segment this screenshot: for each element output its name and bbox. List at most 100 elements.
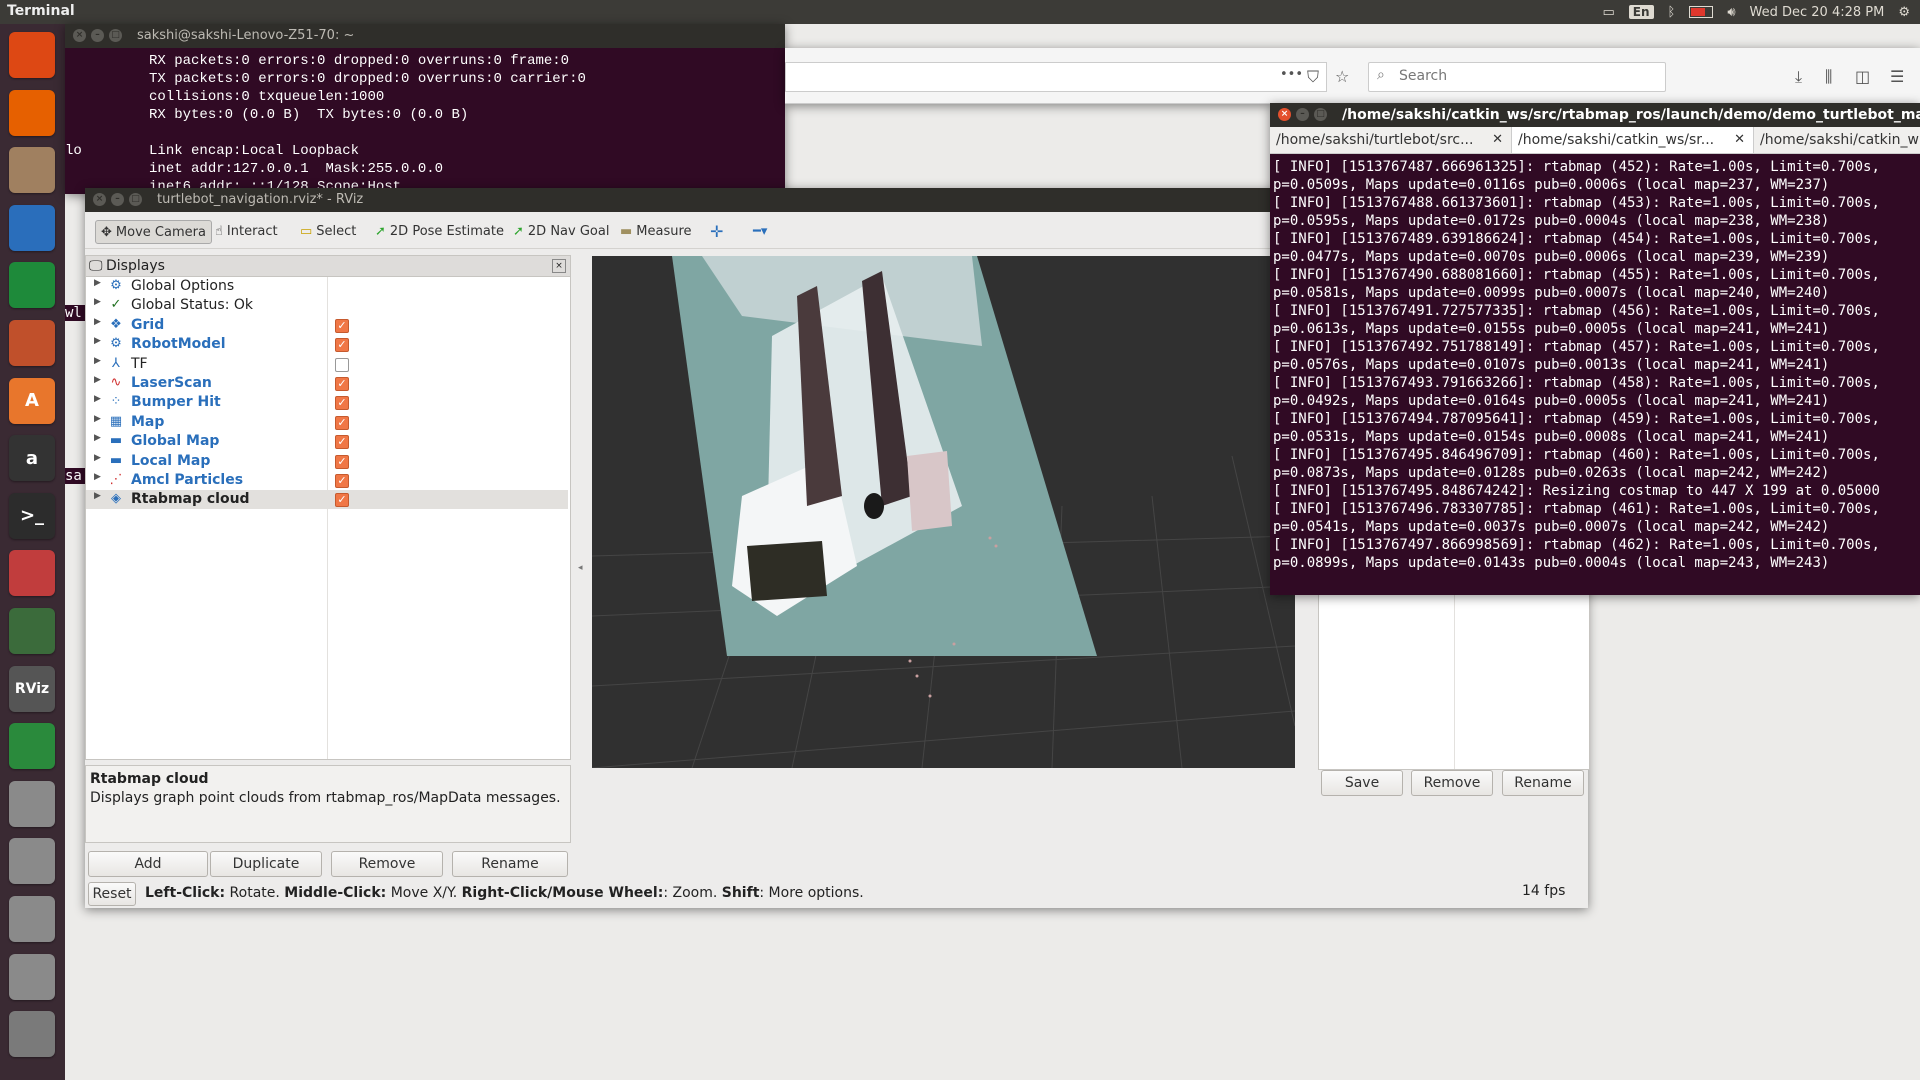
background-terminal-window[interactable]: × – □ sakshi@sakshi-Lenovo-Z51-70: ~ RX …: [65, 24, 785, 196]
expand-arrow-icon[interactable]: ▶: [94, 433, 101, 443]
launcher-drive-1-icon[interactable]: [9, 780, 55, 827]
add-button[interactable]: Add: [88, 851, 208, 877]
remove-button[interactable]: Remove: [331, 851, 443, 877]
launcher-firefox-icon[interactable]: [9, 89, 55, 136]
tool-select[interactable]: ▭ Select: [295, 220, 361, 242]
3d-viewport[interactable]: [592, 256, 1295, 768]
expand-arrow-icon[interactable]: ▶: [94, 472, 101, 482]
launcher-writer-icon[interactable]: [9, 204, 55, 251]
terminal-tab[interactable]: /home/sakshi/turtlebot/src... ✕: [1270, 127, 1512, 153]
display-row[interactable]: ▶ ⚙ RobotModel ✓: [86, 335, 568, 354]
close-icon[interactable]: ×: [552, 259, 566, 273]
tool-move-camera[interactable]: ✥ Move Camera: [95, 220, 212, 244]
bookmark-star-icon[interactable]: ☆: [1335, 67, 1349, 86]
minimize-icon[interactable]: –: [1296, 108, 1309, 121]
tool-2d-nav-goal[interactable]: ➚ 2D Nav Goal: [508, 220, 614, 242]
display-row[interactable]: ▶ ⚙ Global Options: [86, 277, 568, 296]
launcher-rviz-icon[interactable]: RViz: [9, 665, 55, 712]
remove-tool-dropdown-icon[interactable]: ━▾: [748, 220, 772, 242]
collapse-handle-icon[interactable]: ◂: [578, 563, 583, 573]
page-actions-icon[interactable]: •••: [1280, 67, 1303, 82]
launcher-system-settings-icon[interactable]: [9, 550, 55, 597]
volume-icon[interactable]: 🔊︎: [1727, 5, 1735, 20]
enable-checkbox[interactable]: ✓: [335, 454, 349, 469]
minimize-icon[interactable]: –: [111, 193, 124, 206]
display-row[interactable]: ▶ ◈ Rtabmap cloud ✓: [86, 490, 568, 510]
enable-checkbox[interactable]: ✓: [335, 377, 349, 391]
launcher-amazon-icon[interactable]: a: [9, 435, 55, 482]
maximize-icon[interactable]: □: [1314, 108, 1327, 121]
remove-view-button[interactable]: Remove: [1411, 770, 1493, 796]
enable-checkbox[interactable]: ✓: [335, 493, 349, 508]
launcher-drive-3-icon[interactable]: [9, 896, 55, 942]
display-row[interactable]: ▶ ▬ Global Map ✓: [86, 432, 568, 451]
expand-arrow-icon[interactable]: ▶: [94, 317, 101, 327]
duplicate-button[interactable]: Duplicate: [210, 851, 322, 877]
close-icon[interactable]: ✕: [1492, 127, 1503, 153]
terminal-tab[interactable]: /home/sakshi/catkin_ws/sr... ✕: [1512, 127, 1754, 153]
window-titlebar[interactable]: × – □ sakshi@sakshi-Lenovo-Z51-70: ~: [65, 24, 785, 48]
display-icon[interactable]: ▭: [1602, 5, 1614, 20]
launcher-ubuntu-dash-icon[interactable]: [9, 32, 55, 78]
tool-2d-pose-estimate[interactable]: ➚ 2D Pose Estimate: [370, 220, 509, 242]
launcher-software-center-icon[interactable]: A: [9, 377, 55, 424]
maximize-icon[interactable]: □: [109, 29, 122, 42]
launcher-calc-icon[interactable]: [9, 262, 55, 309]
save-button[interactable]: Save: [1321, 770, 1403, 796]
launcher-drive-4-icon[interactable]: [9, 953, 55, 1000]
reset-button[interactable]: Reset: [88, 882, 136, 906]
launcher-chrome-icon[interactable]: [9, 723, 55, 770]
bluetooth-icon[interactable]: ᛒ: [1668, 5, 1676, 20]
battery-icon[interactable]: [1689, 6, 1714, 18]
expand-arrow-icon[interactable]: ▶: [94, 356, 101, 366]
enable-checkbox[interactable]: ✓: [335, 338, 349, 353]
window-titlebar[interactable]: × – □ /home/sakshi/catkin_ws/src/rtabmap…: [1270, 103, 1920, 127]
terminal-output[interactable]: RX packets:0 errors:0 dropped:0 overruns…: [65, 48, 785, 196]
enable-checkbox[interactable]: ✓: [335, 318, 349, 333]
close-icon[interactable]: ×: [1278, 108, 1291, 121]
tool-measure[interactable]: ▬ Measure: [615, 220, 697, 242]
expand-arrow-icon[interactable]: ▶: [94, 414, 101, 424]
launcher-impress-icon[interactable]: [9, 320, 55, 366]
enable-checkbox[interactable]: ✓: [335, 415, 349, 430]
rtabmap-terminal-window[interactable]: × – □ /home/sakshi/catkin_ws/src/rtabmap…: [1270, 103, 1920, 595]
launcher-terminal-icon[interactable]: >_: [9, 492, 55, 539]
add-tool-icon[interactable]: ✛: [705, 220, 728, 242]
enable-checkbox[interactable]: ✓: [335, 435, 349, 450]
library-icon[interactable]: ⫼: [1825, 67, 1832, 87]
terminal-tab[interactable]: /home/sakshi/catkin_w: [1754, 127, 1920, 153]
tool-interact[interactable]: ☝ Interact: [210, 220, 283, 242]
expand-arrow-icon[interactable]: ▶: [94, 491, 101, 501]
launcher-software-updater-icon[interactable]: [9, 608, 55, 654]
display-row[interactable]: ▶ ▬ Local Map ✓: [86, 452, 568, 471]
expand-arrow-icon[interactable]: ▶: [94, 297, 101, 307]
maximize-icon[interactable]: □: [129, 193, 142, 206]
close-icon[interactable]: ✕: [1734, 127, 1745, 153]
display-row[interactable]: ▶ ∿ LaserScan ✓: [86, 374, 568, 393]
launcher-trash-icon[interactable]: [9, 1011, 55, 1058]
gear-icon[interactable]: ⚙: [1898, 5, 1910, 20]
launcher-drive-2-icon[interactable]: [9, 838, 55, 885]
clock[interactable]: Wed Dec 20 4:28 PM: [1750, 5, 1885, 20]
close-icon[interactable]: ×: [73, 29, 86, 42]
pocket-icon[interactable]: ⛉: [1307, 67, 1319, 87]
terminal-output[interactable]: [ INFO] [1513767487.666961325]: rtabmap …: [1273, 158, 1880, 572]
expand-arrow-icon[interactable]: ▶: [94, 278, 101, 288]
expand-arrow-icon[interactable]: ▶: [94, 336, 101, 346]
enable-checkbox[interactable]: ✓: [335, 474, 349, 488]
search-input[interactable]: ⌕ Search: [1368, 62, 1666, 92]
rename-view-button[interactable]: Rename: [1502, 770, 1584, 796]
url-bar[interactable]: [785, 62, 1327, 92]
launcher-files-icon[interactable]: [9, 147, 55, 194]
download-icon[interactable]: ⤓: [1795, 67, 1802, 87]
display-row[interactable]: ▶ ✓ Global Status: Ok: [86, 296, 568, 315]
rename-button[interactable]: Rename: [452, 851, 568, 877]
display-row[interactable]: ▶ ⅄ TF: [86, 355, 568, 374]
display-row[interactable]: ▶ ⋰ Amcl Particles ✓: [86, 471, 568, 490]
display-row[interactable]: ▶ ❖ Grid ✓: [86, 316, 568, 335]
display-row[interactable]: ▶ ⁘ Bumper Hit ✓: [86, 393, 568, 412]
enable-checkbox[interactable]: ✓: [335, 396, 349, 411]
expand-arrow-icon[interactable]: ▶: [94, 453, 101, 463]
enable-checkbox[interactable]: [335, 357, 349, 372]
expand-arrow-icon[interactable]: ▶: [94, 394, 101, 404]
